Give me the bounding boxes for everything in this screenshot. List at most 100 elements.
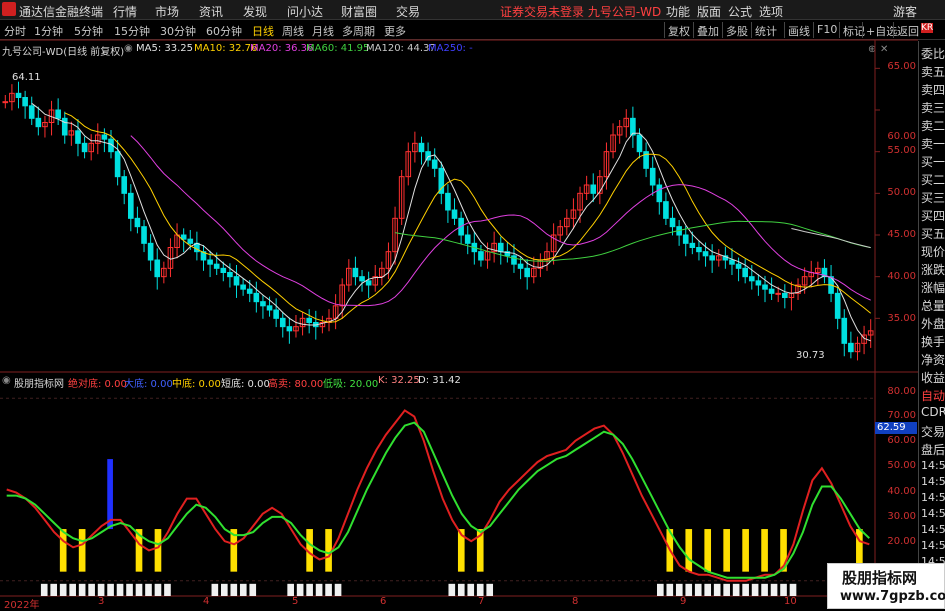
panel-item: 委比 — [921, 47, 945, 61]
indicator-param: 短底: 0.00 — [221, 379, 270, 390]
panel-header[interactable]: KR — [921, 23, 934, 33]
kline-chart[interactable] — [0, 0, 945, 609]
candle-body — [689, 242, 696, 248]
panel-item: 买一 — [921, 155, 945, 169]
candle-body — [768, 288, 775, 294]
short-bottom-bar — [107, 583, 114, 596]
candle-body — [240, 284, 246, 290]
mid-bottom-bar — [154, 529, 162, 572]
indicator-param: 中底: 0.00 — [172, 379, 221, 390]
mid-bottom-bar — [325, 529, 332, 572]
mid-bottom-bar — [685, 529, 693, 572]
short-bottom-bar — [211, 583, 219, 596]
candle-body — [253, 292, 260, 303]
candle-body — [702, 251, 709, 257]
candle-body — [246, 288, 253, 294]
price-tick: 55.00 — [887, 145, 916, 156]
ind-tick: 80.00 — [887, 386, 916, 397]
panel-time: 14:56 — [921, 507, 945, 520]
panel-item: 净资 — [921, 353, 945, 367]
candle-body — [511, 255, 517, 265]
short-bottom-bar — [742, 583, 749, 596]
x-label: 10 — [784, 596, 797, 607]
x-label: 6 — [380, 596, 387, 607]
watermark-title: 股朋指标网 — [842, 569, 918, 587]
candle-body — [735, 263, 742, 269]
candle-body — [656, 184, 663, 203]
price-tick: 65.00 — [887, 61, 916, 72]
candle-body — [141, 226, 147, 244]
indicator-param: 绝对底: 0.00 — [68, 379, 127, 390]
short-bottom-bar — [467, 583, 475, 596]
candle-body — [227, 272, 233, 278]
candle-body — [81, 142, 88, 153]
short-bottom-bar — [457, 583, 465, 596]
candle-body — [207, 259, 213, 265]
low-price-label: 30.73 — [796, 350, 825, 361]
short-bottom-bar — [135, 583, 143, 596]
candle-body — [128, 192, 134, 219]
candle-body — [101, 134, 108, 140]
short-bottom-bar — [69, 583, 76, 596]
short-bottom-bar — [448, 583, 456, 596]
price-tick: 60.00 — [887, 131, 916, 142]
price-tick: 35.00 — [887, 313, 916, 324]
current-value-badge: 62.59 — [875, 422, 917, 434]
ma10-line — [64, 112, 872, 323]
ind-tick: 50.00 — [887, 460, 916, 471]
short-bottom-bar — [88, 583, 95, 596]
candle-body — [121, 176, 128, 194]
panel-item: 总量 — [921, 299, 945, 313]
candle-body — [233, 276, 240, 286]
short-bottom-bar — [789, 583, 797, 596]
panel-time: 14:56 — [921, 459, 945, 472]
short-bottom-bar — [239, 583, 247, 596]
ind-tick: 70.00 — [887, 410, 916, 421]
candle-body — [517, 263, 524, 269]
short-bottom-bar — [78, 583, 86, 596]
mid-bottom-bar — [723, 529, 730, 572]
short-bottom-bar — [694, 583, 702, 596]
panel-item: 买四 — [921, 209, 945, 223]
candle-body — [180, 234, 187, 240]
candle-body — [35, 117, 42, 128]
short-bottom-bar — [666, 583, 674, 596]
ind-tick: 30.00 — [887, 511, 916, 522]
price-tick: 50.00 — [887, 187, 916, 198]
short-bottom-bar — [315, 583, 323, 596]
short-bottom-bar — [154, 583, 162, 596]
candle-body — [28, 105, 35, 119]
short-bottom-bar — [296, 583, 304, 596]
short-bottom-bar — [476, 583, 484, 596]
panel-time: 14:56 — [921, 475, 945, 488]
panel-item: CDR — [921, 405, 945, 419]
panel-item: 卖一 — [921, 137, 945, 151]
candle-body — [663, 201, 669, 219]
candle-body — [220, 267, 227, 274]
mid-bottom-bar — [78, 529, 86, 572]
candle-body — [630, 117, 636, 136]
price-tick: 45.00 — [887, 229, 916, 240]
panel-item: 卖四 — [921, 83, 945, 97]
candle-body — [134, 217, 141, 228]
ma5-line — [31, 102, 871, 342]
candle-body — [286, 326, 293, 332]
panel-item[interactable]: 自动 — [921, 387, 945, 404]
candle-body — [445, 192, 451, 211]
short-bottom-bar — [50, 583, 58, 596]
candle-body — [590, 184, 597, 194]
indicator-param: 大底: 0.00 — [124, 379, 173, 390]
x-label: 7 — [478, 596, 485, 607]
candle-body — [418, 142, 425, 153]
indicator-name[interactable]: 股朋指标网 — [14, 375, 64, 390]
short-bottom-bar — [657, 583, 664, 596]
candle-body — [841, 317, 848, 344]
indicator-toggle-icon[interactable]: ◉ — [2, 375, 11, 386]
mid-bottom-bar — [59, 529, 67, 572]
short-bottom-bar — [126, 583, 133, 596]
panel-time: 14:56 — [921, 539, 945, 552]
quote-side-panel: KR 委比 卖五 卖四 卖三 卖二 卖一 买一 买二 买三 买四 买五 现价 涨… — [918, 23, 945, 609]
x-label: 9 — [680, 596, 687, 607]
candle-body — [431, 159, 438, 169]
short-bottom-bar — [770, 583, 778, 596]
